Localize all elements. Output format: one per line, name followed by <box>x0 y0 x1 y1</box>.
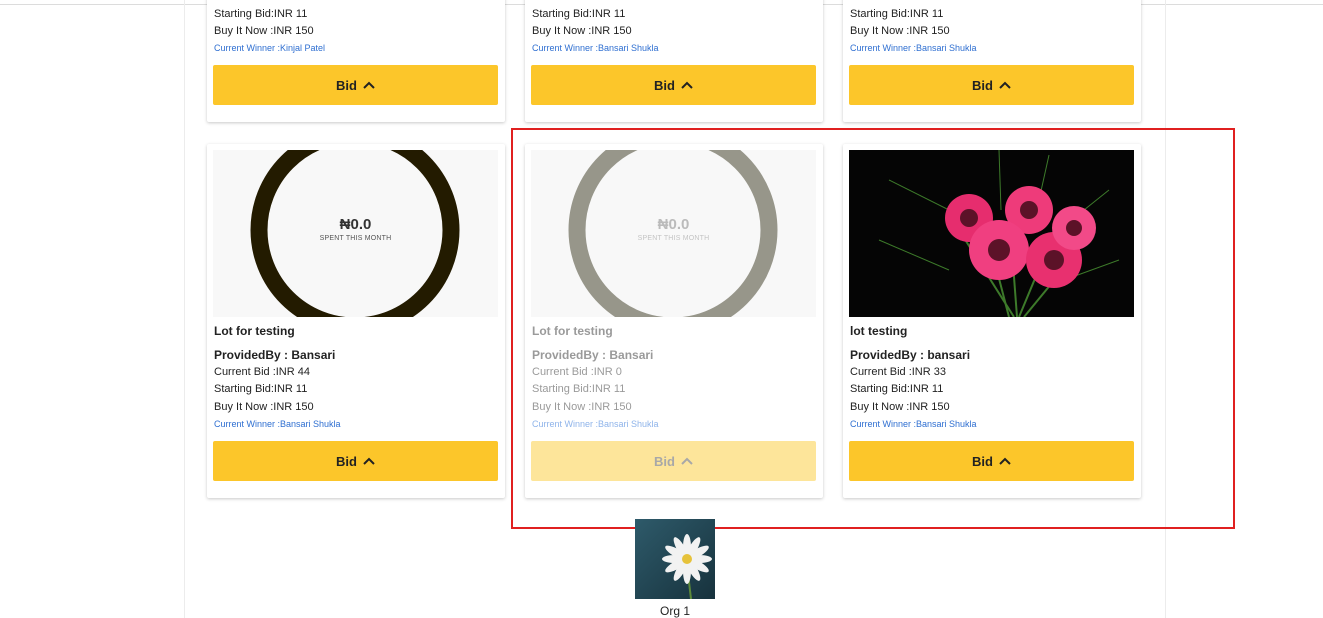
buy-it-now-price: Buy It Now :INR 150 <box>532 25 632 37</box>
lot-card-disabled: ₦0.0 SPENT THIS MONTH Lot for testing Pr… <box>525 144 823 498</box>
lot-card: ₦0.0 SPENT THIS MONTH Lot for testing Pr… <box>207 144 505 498</box>
current-bid: Current Bid :INR 0 <box>532 366 622 378</box>
current-winner: Current Winner :Bansari Shukla <box>532 43 659 53</box>
content-left-border <box>184 0 185 618</box>
bid-button[interactable]: Bid <box>213 65 498 105</box>
spent-caption: SPENT THIS MONTH <box>637 235 710 242</box>
current-winner: Current Winner :Bansari Shukla <box>532 419 659 429</box>
current-bid: Current Bid :INR 44 <box>214 366 310 378</box>
current-winner: Current Winner :Bansari Shukla <box>214 419 341 429</box>
organization-name[interactable]: Org 1 <box>635 604 715 618</box>
chevron-up-icon <box>363 81 375 89</box>
buy-it-now-price: Buy It Now :INR 150 <box>532 401 632 413</box>
lot-image[interactable] <box>849 150 1134 317</box>
starting-bid: Starting Bid:INR 11 <box>850 8 944 20</box>
lot-card: Starting Bid:INR 11 Buy It Now :INR 150 … <box>843 0 1141 122</box>
lot-card: lot testing ProvidedBy : bansari Current… <box>843 144 1141 498</box>
bid-button[interactable]: Bid <box>213 441 498 481</box>
current-bid: Current Bid :INR 33 <box>850 366 946 378</box>
provided-by: ProvidedBy : Bansari <box>214 348 336 362</box>
bid-button[interactable]: Bid <box>849 441 1134 481</box>
lot-title: lot testing <box>850 324 908 338</box>
lot-card: Starting Bid:INR 11 Buy It Now :INR 150 … <box>525 0 823 122</box>
bid-button[interactable]: Bid <box>849 65 1134 105</box>
bid-button-disabled[interactable]: Bid <box>531 441 816 481</box>
bid-button-label: Bid <box>972 453 993 469</box>
bid-button-label: Bid <box>336 77 357 93</box>
lot-title: Lot for testing <box>214 324 295 338</box>
bid-button[interactable]: Bid <box>531 65 816 105</box>
lot-title: Lot for testing <box>532 324 613 338</box>
provided-by: ProvidedBy : Bansari <box>532 348 654 362</box>
starting-bid: Starting Bid:INR 11 <box>532 8 626 20</box>
provided-by: ProvidedBy : bansari <box>850 348 971 362</box>
starting-bid: Starting Bid:INR 11 <box>214 8 308 20</box>
organization-logo[interactable] <box>635 519 715 599</box>
chevron-up-icon <box>681 81 693 89</box>
bid-button-label: Bid <box>972 77 993 93</box>
daisy-image <box>635 519 715 599</box>
bid-button-label: Bid <box>654 77 675 93</box>
current-winner: Current Winner :Bansari Shukla <box>850 43 977 53</box>
spend-ring-graphic <box>213 150 498 317</box>
content-right-border <box>1165 0 1166 618</box>
current-winner: Current Winner :Bansari Shukla <box>850 419 977 429</box>
lot-image[interactable]: ₦0.0 SPENT THIS MONTH <box>531 150 816 317</box>
lot-card: Starting Bid:INR 11 Buy It Now :INR 150 … <box>207 0 505 122</box>
pink-gerbera-flowers-image <box>849 150 1134 317</box>
buy-it-now-price: Buy It Now :INR 150 <box>850 401 950 413</box>
buy-it-now-price: Buy It Now :INR 150 <box>214 401 314 413</box>
starting-bid: Starting Bid:INR 11 <box>850 383 944 395</box>
starting-bid: Starting Bid:INR 11 <box>214 383 308 395</box>
spend-ring-graphic <box>531 150 816 317</box>
current-winner: Current Winner :Kinjal Patel <box>214 43 326 53</box>
buy-it-now-price: Buy It Now :INR 150 <box>850 25 950 37</box>
chevron-up-icon <box>681 457 693 465</box>
chevron-up-icon <box>363 457 375 465</box>
buy-it-now-price: Buy It Now :INR 150 <box>214 25 314 37</box>
lot-image[interactable]: ₦0.0 SPENT THIS MONTH <box>213 150 498 317</box>
starting-bid: Starting Bid:INR 11 <box>532 383 626 395</box>
chevron-up-icon <box>999 457 1011 465</box>
spent-amount: ₦0.0 <box>339 216 372 233</box>
spent-caption: SPENT THIS MONTH <box>319 235 392 242</box>
bid-button-label: Bid <box>336 453 357 469</box>
chevron-up-icon <box>999 81 1011 89</box>
spent-amount: ₦0.0 <box>657 216 690 233</box>
bid-button-label: Bid <box>654 453 675 469</box>
